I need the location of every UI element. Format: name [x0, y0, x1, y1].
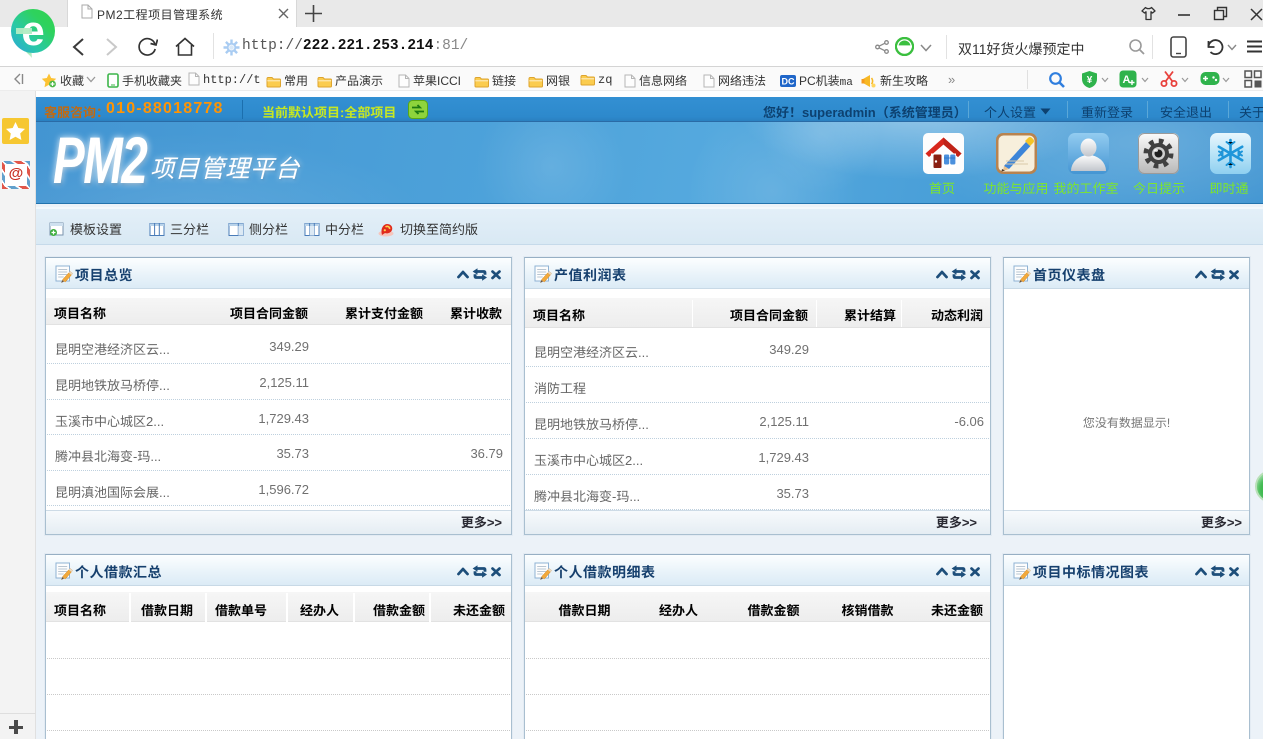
svg-text:¥: ¥: [1087, 75, 1093, 86]
svg-text:A: A: [1123, 74, 1131, 86]
svg-text:DC: DC: [782, 77, 795, 87]
